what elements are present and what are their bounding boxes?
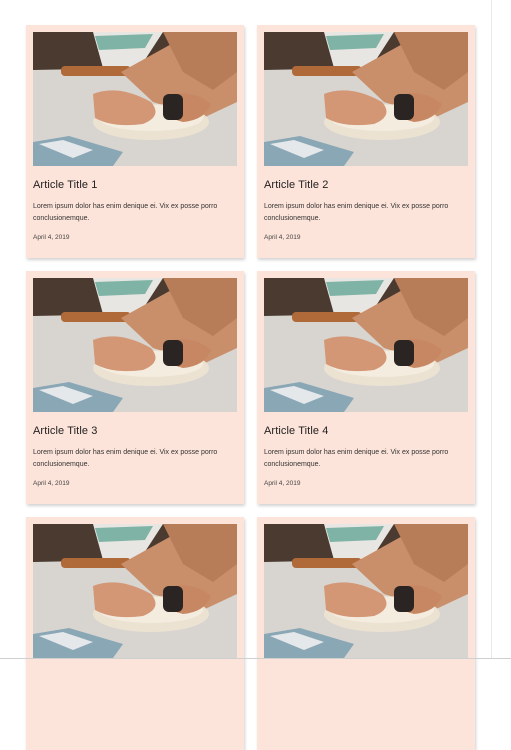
article-excerpt: Lorem ipsum dolor has enim denique ei. V… — [264, 449, 449, 468]
dough-kneading-photo — [264, 278, 468, 412]
article-title[interactable]: Article Title 4 — [264, 424, 468, 438]
article-excerpt: Lorem ipsum dolor has enim denique ei. V… — [33, 449, 218, 468]
article-title[interactable]: Article Title 1 — [33, 178, 237, 192]
dough-kneading-photo — [33, 32, 237, 166]
article-card[interactable] — [26, 517, 244, 750]
article-image[interactable] — [33, 32, 237, 166]
article-date: April 4, 2019 — [264, 234, 301, 241]
article-grid: Article Title 1 Lorem ipsum dolor has en… — [26, 25, 475, 750]
article-card[interactable] — [257, 517, 475, 750]
article-image[interactable] — [264, 32, 468, 166]
dough-kneading-photo — [33, 278, 237, 412]
article-excerpt: Lorem ipsum dolor has enim denique ei. V… — [33, 203, 218, 222]
dough-kneading-photo — [264, 32, 468, 166]
article-date: April 4, 2019 — [264, 480, 301, 487]
article-card[interactable]: Article Title 4 Lorem ipsum dolor has en… — [257, 271, 475, 504]
article-date: April 4, 2019 — [33, 480, 70, 487]
dough-kneading-photo — [33, 524, 237, 658]
article-card[interactable]: Article Title 2 Lorem ipsum dolor has en… — [257, 25, 475, 258]
page-edge-divider — [491, 0, 492, 659]
article-card[interactable]: Article Title 3 Lorem ipsum dolor has en… — [26, 271, 244, 504]
article-card[interactable]: Article Title 1 Lorem ipsum dolor has en… — [26, 25, 244, 258]
dough-kneading-photo — [264, 524, 468, 658]
article-date: April 4, 2019 — [33, 234, 70, 241]
article-excerpt: Lorem ipsum dolor has enim denique ei. V… — [264, 203, 449, 222]
article-image[interactable] — [33, 524, 237, 658]
article-image[interactable] — [264, 524, 468, 658]
article-image[interactable] — [264, 278, 468, 412]
article-image[interactable] — [33, 278, 237, 412]
article-title[interactable]: Article Title 3 — [33, 424, 237, 438]
article-title[interactable]: Article Title 2 — [264, 178, 468, 192]
